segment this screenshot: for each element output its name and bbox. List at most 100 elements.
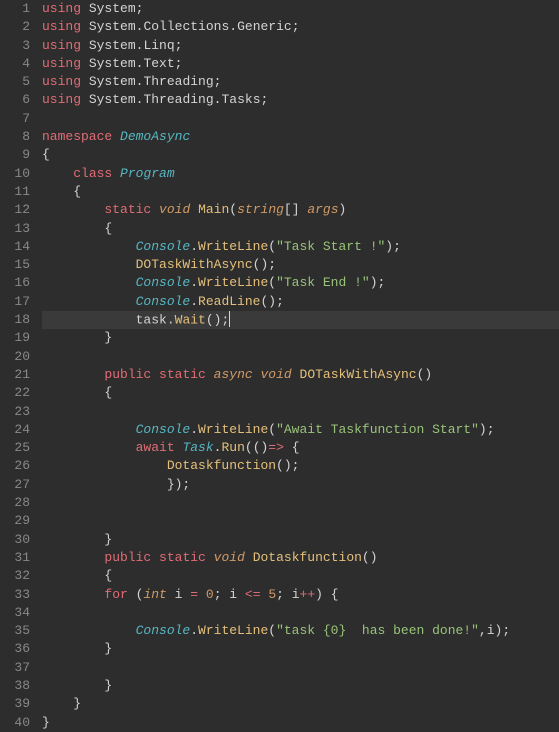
code-token: System [89,74,136,89]
code-line[interactable] [42,403,559,421]
code-line[interactable]: } [42,329,559,347]
code-line[interactable] [42,604,559,622]
code-line[interactable]: using System.Threading.Tasks; [42,91,559,109]
line-number: 32 [4,567,30,585]
code-token [42,275,136,290]
code-token: (); [253,257,276,272]
code-line[interactable]: } [42,531,559,549]
code-token: Program [120,166,175,181]
code-line[interactable]: Dotaskfunction(); [42,457,559,475]
line-number: 30 [4,531,30,549]
code-token: Tasks [221,92,260,107]
code-line[interactable] [42,494,559,512]
code-token: for [104,587,127,602]
line-number: 14 [4,238,30,256]
code-line[interactable]: } [42,695,559,713]
code-line[interactable]: { [42,183,559,201]
code-token: public [104,367,151,382]
code-line[interactable]: public static void Dotaskfunction() [42,549,559,567]
code-token: (); [206,312,229,327]
code-token: } [42,330,112,345]
code-token: DemoAsync [120,129,190,144]
code-line[interactable]: using System.Text; [42,55,559,73]
code-token: Wait [175,312,206,327]
code-line[interactable]: }); [42,476,559,494]
code-line[interactable] [42,659,559,677]
code-line[interactable]: using System.Linq; [42,37,559,55]
code-token: DOTaskWithAsync [300,367,417,382]
code-line[interactable]: Console.WriteLine("Await Taskfunction St… [42,421,559,439]
code-token: ; [175,38,183,53]
line-number: 27 [4,476,30,494]
code-line[interactable]: static void Main(string[] args) [42,201,559,219]
line-number: 39 [4,695,30,713]
line-number: 15 [4,256,30,274]
code-line[interactable]: Console.WriteLine("Task End !"); [42,274,559,292]
code-token: args [307,202,338,217]
code-token [81,92,89,107]
code-token [206,550,214,565]
code-line[interactable] [42,110,559,128]
code-token: WriteLine [198,422,268,437]
code-token: System [89,92,136,107]
code-token [42,257,136,272]
line-number: 21 [4,366,30,384]
code-line[interactable]: task.Wait(); [42,311,559,329]
code-token [42,623,136,638]
line-number-gutter: 1234567891011121314151617181920212223242… [0,0,38,732]
code-token: System [89,1,136,16]
code-line[interactable]: Console.ReadLine(); [42,293,559,311]
code-line[interactable]: Console.WriteLine("Task Start !"); [42,238,559,256]
code-token: ; [292,19,300,34]
code-token: Text [143,56,174,71]
code-line[interactable] [42,348,559,366]
code-token [190,202,198,217]
code-token: 5 [268,587,276,602]
code-token: WriteLine [198,239,268,254]
code-line[interactable]: } [42,677,559,695]
code-line[interactable] [42,512,559,530]
code-line[interactable]: { [42,220,559,238]
code-token: static [159,367,206,382]
code-line[interactable]: await Task.Run(()=> { [42,439,559,457]
code-token: ) [339,202,347,217]
code-line[interactable]: using System.Collections.Generic; [42,18,559,36]
code-token: } [42,696,81,711]
code-token: . [190,275,198,290]
code-token [81,74,89,89]
code-token [42,239,136,254]
code-line[interactable]: for (int i = 0; i <= 5; i++) { [42,586,559,604]
code-line[interactable]: using System; [42,0,559,18]
line-number: 31 [4,549,30,567]
code-token: (() [245,440,268,455]
code-line[interactable]: public static async void DOTaskWithAsync… [42,366,559,384]
code-line[interactable]: using System.Threading; [42,73,559,91]
code-line[interactable]: { [42,146,559,164]
code-token: Console [136,275,191,290]
code-token: Linq [143,38,174,53]
code-editor[interactable]: using System;using System.Collections.Ge… [38,0,559,732]
code-token: string [237,202,284,217]
line-number: 29 [4,512,30,530]
code-token: ++ [300,587,316,602]
code-line[interactable]: namespace DemoAsync [42,128,559,146]
code-token [42,440,136,455]
code-line[interactable]: } [42,714,559,732]
code-token [42,422,136,437]
code-token [42,367,104,382]
code-line[interactable]: Console.WriteLine("task {0} has been don… [42,622,559,640]
code-token: Main [198,202,229,217]
code-token: Threading [143,92,213,107]
code-token: () [417,367,433,382]
code-line[interactable]: { [42,384,559,402]
line-number: 34 [4,604,30,622]
code-line[interactable]: { [42,567,559,585]
code-token: await [136,440,175,455]
line-number: 3 [4,37,30,55]
code-token: DOTaskWithAsync [136,257,253,272]
code-token: i [167,587,190,602]
code-line[interactable]: } [42,640,559,658]
code-token: } [42,678,112,693]
code-line[interactable]: class Program [42,165,559,183]
code-line[interactable]: DOTaskWithAsync(); [42,256,559,274]
